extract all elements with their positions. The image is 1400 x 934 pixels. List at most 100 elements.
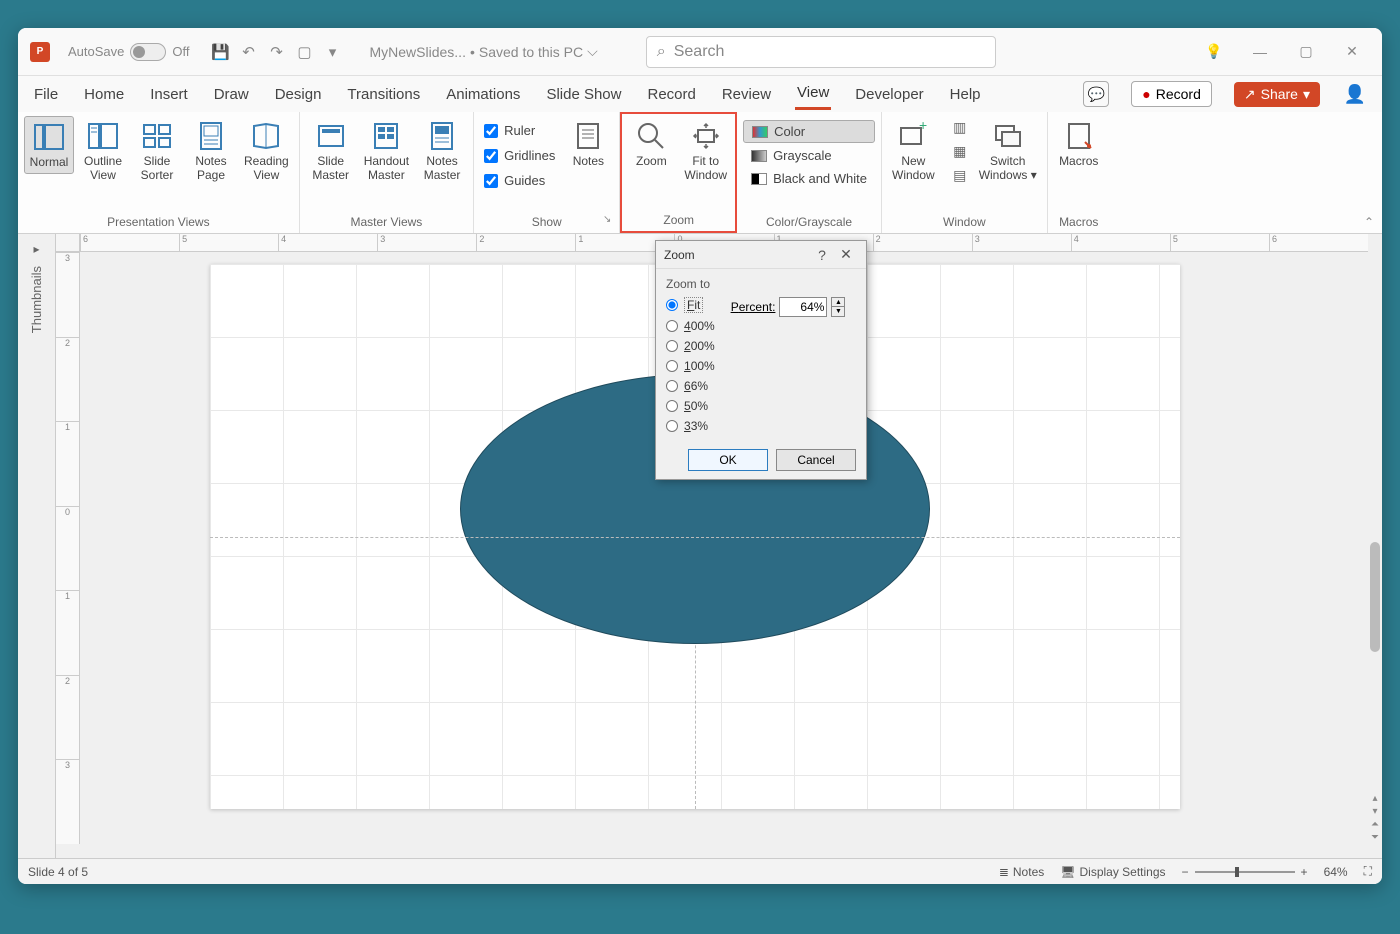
prev-slide-icon[interactable]: ⏶: [1368, 818, 1382, 831]
maximize-button[interactable]: ▢: [1292, 38, 1320, 66]
notes-toggle[interactable]: ≣ Notes: [999, 865, 1044, 879]
next-slide-icon[interactable]: ⏷: [1368, 831, 1382, 844]
outline-view-icon: [87, 120, 119, 152]
spinner-down-icon: ▼: [832, 307, 844, 316]
scroll-down-icon[interactable]: ▾: [1368, 805, 1382, 818]
guides-checkbox[interactable]: Guides: [480, 170, 559, 191]
percent-spinner[interactable]: ▲▼: [831, 297, 845, 317]
group-master-views: Slide Master Handout Master Notes Master…: [300, 112, 474, 233]
hint-icon[interactable]: 💡: [1200, 38, 1228, 66]
ruler-corner: [56, 234, 80, 252]
tab-file[interactable]: File: [32, 80, 60, 109]
zoom-fit-radio[interactable]: Fit: [666, 297, 715, 313]
zoom-percent[interactable]: 64%: [1324, 865, 1348, 879]
tab-draw[interactable]: Draw: [212, 80, 251, 109]
group-macros: Macros Macros: [1048, 112, 1110, 233]
group-window: + New Window ▥ ▦ ▤ Switch Windows ▾ Wind…: [882, 112, 1048, 233]
fit-to-window-button[interactable]: Fit to Window: [680, 116, 731, 187]
slide-master-button[interactable]: Slide Master: [306, 116, 356, 187]
dialog-help-icon[interactable]: ?: [810, 247, 834, 263]
cascade-icon[interactable]: ▦: [949, 140, 971, 162]
tab-record[interactable]: Record: [645, 80, 697, 109]
group-label-show: Show↘: [480, 212, 613, 233]
ruler-checkbox[interactable]: Ruler: [480, 120, 559, 141]
autosave-label: AutoSave: [68, 44, 124, 59]
zoom-66-radio[interactable]: 66%: [666, 379, 715, 393]
zoom-out-icon[interactable]: −: [1182, 865, 1189, 879]
zoom-button[interactable]: Zoom: [626, 116, 676, 172]
move-split-icon[interactable]: ▤: [949, 164, 971, 186]
save-icon[interactable]: 💾: [211, 43, 229, 61]
zoom-100-radio[interactable]: 100%: [666, 359, 715, 373]
show-launcher-icon[interactable]: ↘: [603, 214, 611, 225]
document-title[interactable]: MyNewSlides... • Saved to this PC ⌵: [369, 43, 597, 60]
zoom-in-icon[interactable]: +: [1301, 865, 1308, 879]
record-button[interactable]: Record: [1131, 81, 1212, 107]
outline-view-button[interactable]: Outline View: [78, 116, 128, 187]
vertical-scrollbar[interactable]: ▴ ▾ ⏶ ⏷: [1368, 252, 1382, 844]
zoom-200-radio[interactable]: 200%: [666, 339, 715, 353]
notes-button[interactable]: Notes: [563, 116, 613, 172]
minimize-button[interactable]: —: [1246, 38, 1274, 66]
scrollbar-thumb[interactable]: [1370, 542, 1380, 652]
slider-track[interactable]: [1195, 871, 1295, 873]
group-label-color: Color/Grayscale: [743, 212, 875, 233]
percent-input[interactable]: [779, 297, 827, 317]
group-label-zoom: Zoom: [626, 210, 731, 231]
toggle-switch[interactable]: [130, 43, 166, 61]
search-input[interactable]: ⌕ Search: [646, 36, 996, 68]
fit-screen-icon[interactable]: ⛶: [1364, 864, 1372, 879]
ribbon-tabs: File Home Insert Draw Design Transitions…: [18, 76, 1382, 112]
grayscale-mode-button[interactable]: Grayscale: [743, 145, 875, 166]
tab-insert[interactable]: Insert: [148, 80, 190, 109]
tab-transitions[interactable]: Transitions: [345, 80, 422, 109]
slide-sorter-button[interactable]: Slide Sorter: [132, 116, 182, 187]
switch-windows-button[interactable]: Switch Windows ▾: [975, 116, 1041, 187]
thumbnails-panel[interactable]: ▸ Thumbnails: [18, 234, 56, 858]
dialog-close-icon[interactable]: ✕: [834, 246, 858, 263]
handout-master-button[interactable]: Handout Master: [360, 116, 413, 187]
normal-view-button[interactable]: Normal: [24, 116, 74, 174]
dialog-titlebar[interactable]: Zoom ? ✕: [656, 241, 866, 269]
notes-master-button[interactable]: Notes Master: [417, 116, 467, 187]
tab-slideshow[interactable]: Slide Show: [544, 80, 623, 109]
share-button[interactable]: ↗ Share ▾: [1234, 82, 1320, 107]
tab-home[interactable]: Home: [82, 80, 126, 109]
comments-button[interactable]: 💬: [1083, 81, 1109, 107]
gridlines-checkbox[interactable]: Gridlines: [480, 145, 559, 166]
autosave-state: Off: [172, 44, 189, 59]
zoom-slider[interactable]: − +: [1182, 865, 1308, 879]
reading-view-button[interactable]: Reading View: [240, 116, 293, 187]
zoom-50-radio[interactable]: 50%: [666, 399, 715, 413]
macros-button[interactable]: Macros: [1054, 116, 1104, 172]
notes-page-button[interactable]: Notes Page: [186, 116, 236, 187]
new-window-button[interactable]: + New Window: [888, 116, 939, 187]
tab-view[interactable]: View: [795, 78, 831, 110]
tab-design[interactable]: Design: [273, 80, 324, 109]
qat-more-icon[interactable]: ▾: [323, 43, 341, 61]
tab-animations[interactable]: Animations: [444, 80, 522, 109]
tab-review[interactable]: Review: [720, 80, 773, 109]
account-icon[interactable]: 👤: [1342, 81, 1368, 107]
color-mode-button[interactable]: Color: [743, 120, 875, 143]
collapse-ribbon-icon[interactable]: ⌃: [1364, 215, 1374, 229]
ok-button[interactable]: OK: [688, 449, 768, 471]
bw-mode-button[interactable]: Black and White: [743, 168, 875, 189]
cancel-button[interactable]: Cancel: [776, 449, 856, 471]
slide-indicator[interactable]: Slide 4 of 5: [28, 865, 88, 879]
scroll-up-icon[interactable]: ▴: [1368, 792, 1382, 805]
tab-help[interactable]: Help: [948, 80, 983, 109]
zoom-400-radio[interactable]: 400%: [666, 319, 715, 333]
macros-icon: [1063, 120, 1095, 152]
expand-thumbnails-icon[interactable]: ▸: [33, 242, 39, 256]
zoom-33-radio[interactable]: 33%: [666, 419, 715, 433]
tab-developer[interactable]: Developer: [853, 80, 925, 109]
arrange-all-icon[interactable]: ▥: [949, 116, 971, 138]
zoom-to-label: Zoom to: [666, 277, 856, 291]
display-settings-button[interactable]: 🖥 Display Settings: [1060, 865, 1165, 879]
redo-icon[interactable]: ↷: [267, 43, 285, 61]
present-icon[interactable]: ▢: [295, 43, 313, 61]
undo-icon[interactable]: ↶: [239, 43, 257, 61]
close-button[interactable]: ✕: [1338, 38, 1366, 66]
autosave-toggle[interactable]: AutoSave Off: [68, 43, 189, 61]
